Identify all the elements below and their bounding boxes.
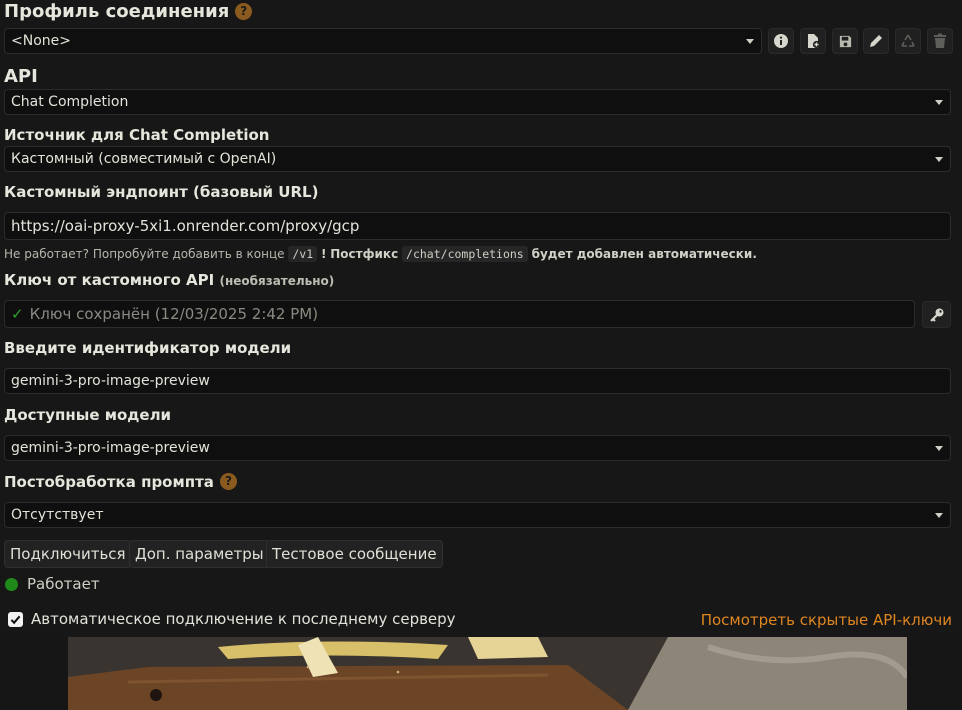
help-icon[interactable]: ?: [219, 473, 237, 490]
test-message-button[interactable]: Тестовое сообщение: [266, 540, 443, 568]
info-icon[interactable]: [768, 28, 794, 54]
connect-button[interactable]: Подключиться: [4, 540, 132, 568]
source-select-value: Кастомный (совместимый с OpenAI): [11, 151, 277, 167]
trash-icon[interactable]: [927, 28, 953, 54]
api-key-input[interactable]: ✓ Ключ сохранён (12/03/2025 2:42 PM): [4, 300, 915, 328]
endpoint-input[interactable]: https://oai-proxy-5xi1.onrender.com/prox…: [4, 212, 951, 240]
source-select[interactable]: Кастомный (совместимый с OpenAI): [4, 146, 951, 172]
model-id-heading: Введите идентификатор модели: [4, 339, 292, 357]
key-title: Ключ от кастомного API: [4, 271, 215, 289]
autoconnect-label[interactable]: Автоматическое подключение к последнему …: [31, 610, 456, 628]
profile-heading: Профиль соединения?: [4, 1, 253, 22]
models-heading: Доступные модели: [4, 406, 172, 424]
save-icon[interactable]: [832, 28, 858, 54]
profile-select[interactable]: <None>: [4, 28, 762, 54]
models-select[interactable]: gemini-3-pro-image-preview: [4, 435, 951, 461]
edit-icon[interactable]: [863, 28, 889, 54]
connection-panel: Профиль соединения? <None> API Chat Comp…: [0, 0, 962, 637]
hint-suffix: будет добавлен автоматически.: [531, 247, 757, 261]
source-heading: Источник для Chat Completion: [4, 126, 270, 144]
hint-code-completions: /chat/completions: [402, 246, 528, 262]
check-icon: ✓: [11, 305, 24, 323]
endpoint-heading: Кастомный эндпоинт (базовый URL): [4, 183, 319, 201]
hint-bold: Постфикс: [330, 247, 399, 261]
api-heading: API: [4, 66, 38, 87]
postprocess-title: Постобработка промпта: [4, 473, 214, 491]
profile-select-value: <None>: [11, 33, 71, 49]
api-select-value: Chat Completion: [11, 94, 129, 110]
endpoint-input-value: https://oai-proxy-5xi1.onrender.com/prox…: [11, 217, 360, 235]
postprocess-heading: Постобработка промпта?: [4, 473, 237, 491]
key-heading: Ключ от кастомного API (необязательно): [4, 271, 334, 289]
hint-text: Не работает? Попробуйте добавить в конце: [4, 247, 285, 261]
new-file-icon[interactable]: [800, 28, 826, 54]
background-image: [68, 637, 907, 710]
models-select-value: gemini-3-pro-image-preview: [11, 440, 210, 456]
model-id-value: gemini-3-pro-image-preview: [11, 373, 210, 389]
key-optional: (необязательно): [219, 274, 335, 288]
api-select[interactable]: Chat Completion: [4, 89, 951, 115]
recycle-icon[interactable]: [895, 28, 921, 54]
status-indicator: [5, 578, 18, 591]
hint-bang: !: [320, 247, 327, 261]
postprocess-select-value: Отсутствует: [11, 507, 104, 523]
endpoint-hint: Не работает? Попробуйте добавить в конце…: [4, 246, 757, 262]
model-id-input[interactable]: gemini-3-pro-image-preview: [4, 368, 951, 394]
api-key-status: Ключ сохранён (12/03/2025 2:42 PM): [29, 305, 319, 323]
hint-code-v1: /v1: [288, 246, 318, 262]
hidden-keys-link[interactable]: Посмотреть скрытые API-ключи: [701, 611, 952, 629]
postprocess-select[interactable]: Отсутствует: [4, 502, 951, 528]
extra-params-button[interactable]: Доп. параметры: [129, 540, 270, 568]
profile-title: Профиль соединения: [4, 1, 230, 22]
checkmark-icon: [10, 615, 21, 625]
help-icon[interactable]: ?: [235, 3, 253, 20]
status-text: Работает: [27, 575, 100, 593]
autoconnect-checkbox[interactable]: [8, 612, 23, 627]
key-icon[interactable]: [922, 301, 951, 328]
